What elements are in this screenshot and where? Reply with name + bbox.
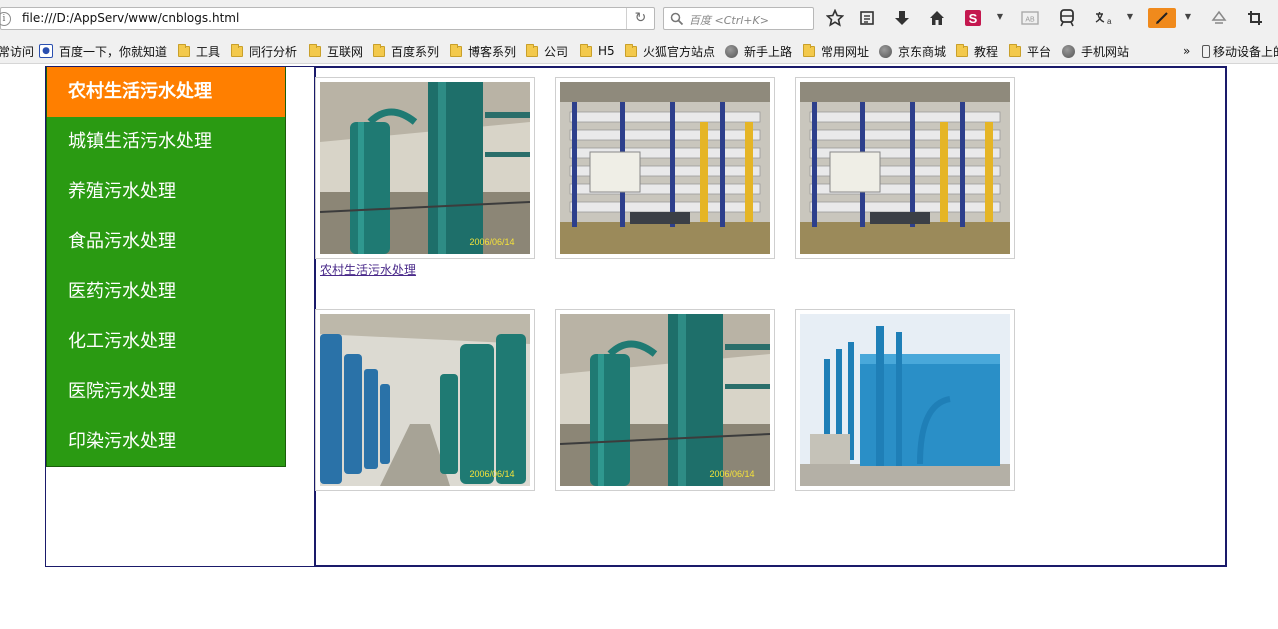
folder-icon (526, 43, 538, 57)
folder-icon (803, 43, 815, 57)
bookmark-item[interactable]: 百度系列 (373, 43, 439, 59)
address-url[interactable]: file:///D:/AppServ/www/cnblogs.html (22, 11, 239, 25)
ro-membrane-image (560, 82, 770, 254)
translate-icon[interactable]: a (1093, 8, 1113, 28)
reload-icon[interactable]: ↻ (626, 8, 654, 29)
folder-icon (309, 43, 321, 57)
star-icon[interactable] (825, 8, 845, 28)
folder-icon (1009, 43, 1021, 57)
home-icon[interactable] (927, 8, 947, 28)
address-bar[interactable]: i file:///D:/AppServ/www/cnblogs.html ↻ (0, 7, 655, 30)
bookmark-item[interactable]: 公司 (526, 43, 568, 59)
globe-icon (1062, 44, 1075, 58)
svg-text:a: a (1107, 17, 1112, 26)
bookmark-item[interactable]: 工具 (178, 43, 220, 59)
crop-icon[interactable] (1245, 8, 1265, 28)
sogou-icon[interactable]: S (963, 8, 983, 28)
reading-list-icon[interactable] (857, 8, 877, 28)
thumbnail-image[interactable] (795, 77, 1015, 259)
thumbnail-image[interactable]: 2006/06/14 (315, 77, 535, 259)
thumbnail-image[interactable] (555, 77, 775, 259)
chevron-down-icon[interactable]: ▼ (1125, 10, 1135, 24)
mobile-bookmarks[interactable]: 移动设备上的 (1202, 43, 1278, 59)
bookmark-item[interactable]: ● 百度一下，你就知道 (39, 43, 167, 59)
bookmark-item[interactable]: 新手上路 (725, 43, 792, 59)
bookmark-item[interactable]: 互联网 (309, 43, 363, 59)
bookmark-item[interactable]: 平台 (1009, 43, 1051, 59)
menu-item-hospital-sewage[interactable]: 医院污水处理 (47, 367, 285, 417)
menu-item-food-sewage[interactable]: 食品污水处理 (47, 217, 285, 267)
thumbnail-image[interactable] (795, 309, 1015, 491)
bookmarks-overflow-button[interactable]: » (1183, 43, 1190, 59)
tank-tower-image: 2006/06/14 (560, 314, 770, 486)
bookmark-item[interactable]: 火狐官方站点 (625, 43, 715, 59)
category-menu: 农村生活污水处理 城镇生活污水处理 养殖污水处理 食品污水处理 医药污水处理 化… (46, 67, 286, 467)
menu-item-chemical-sewage[interactable]: 化工污水处理 (47, 317, 285, 367)
tank-tower-image: 2006/06/14 (320, 82, 530, 254)
folder-icon (231, 43, 243, 57)
bookmark-item[interactable]: 教程 (956, 43, 998, 59)
svg-text:S: S (969, 11, 978, 26)
train-icon[interactable] (1057, 8, 1077, 28)
paw-icon: ● (39, 44, 53, 58)
gallery-caption-link[interactable]: 农村生活污水处理 (320, 261, 416, 278)
folder-icon (450, 43, 462, 57)
filter-tanks-image: 2006/06/14 (320, 314, 530, 486)
menu-item-pharma-sewage[interactable]: 医药污水处理 (47, 267, 285, 317)
folder-icon (178, 43, 190, 57)
screenshot-icon[interactable]: AB (1020, 8, 1040, 28)
folder-icon (373, 43, 385, 57)
date-stamp: 2006/06/14 (709, 469, 754, 479)
bookmark-item[interactable]: 博客系列 (450, 43, 516, 59)
bookmark-item[interactable]: 手机网站 (1062, 43, 1129, 59)
folder-icon (956, 43, 968, 57)
date-stamp: 2006/06/14 (469, 237, 514, 247)
folder-icon (625, 43, 637, 57)
bookmark-item[interactable]: 京东商城 (879, 43, 946, 59)
thumbnail-image[interactable]: 2006/06/14 (315, 309, 535, 491)
pen-icon[interactable] (1148, 8, 1176, 28)
search-placeholder[interactable]: 百度 <Ctrl+K> (689, 12, 769, 28)
globe-icon (725, 44, 738, 58)
thumbnail-image[interactable]: 2006/06/14 (555, 309, 775, 491)
bookmark-item[interactable]: 常访问 (0, 43, 34, 59)
svg-text:AB: AB (1025, 17, 1035, 24)
menu-item-dyeing-sewage[interactable]: 印染污水处理 (47, 417, 285, 467)
chevron-down-icon[interactable]: ▼ (1183, 10, 1193, 24)
search-icon (670, 12, 684, 26)
date-stamp: 2006/06/14 (469, 469, 514, 479)
sync-icon[interactable] (1209, 8, 1229, 28)
bookmark-item[interactable]: 同行分析 (231, 43, 297, 59)
browser-toolbar: i file:///D:/AppServ/www/cnblogs.html ↻ … (0, 0, 1278, 37)
globe-icon (879, 44, 892, 58)
search-bar[interactable]: 百度 <Ctrl+K> (663, 7, 814, 30)
menu-item-livestock-sewage[interactable]: 养殖污水处理 (47, 167, 285, 217)
site-info-icon[interactable]: i (0, 12, 11, 26)
chevron-down-icon[interactable]: ▼ (995, 10, 1005, 24)
folder-icon (580, 43, 592, 57)
download-icon[interactable] (892, 8, 912, 28)
menu-item-rural-sewage[interactable]: 农村生活污水处理 (47, 67, 285, 117)
menu-item-urban-sewage[interactable]: 城镇生活污水处理 (47, 117, 285, 167)
bookmark-item[interactable]: H5 (580, 43, 615, 59)
bookmarks-bar: 常访问 ● 百度一下，你就知道 工具 同行分析 互联网 百度系列 博客系列 公司 … (0, 37, 1278, 64)
bookmark-item[interactable]: 常用网址 (803, 43, 869, 59)
phone-icon (1202, 44, 1210, 58)
ro-membrane-image (800, 82, 1010, 254)
blue-treatment-unit-image (800, 314, 1010, 486)
